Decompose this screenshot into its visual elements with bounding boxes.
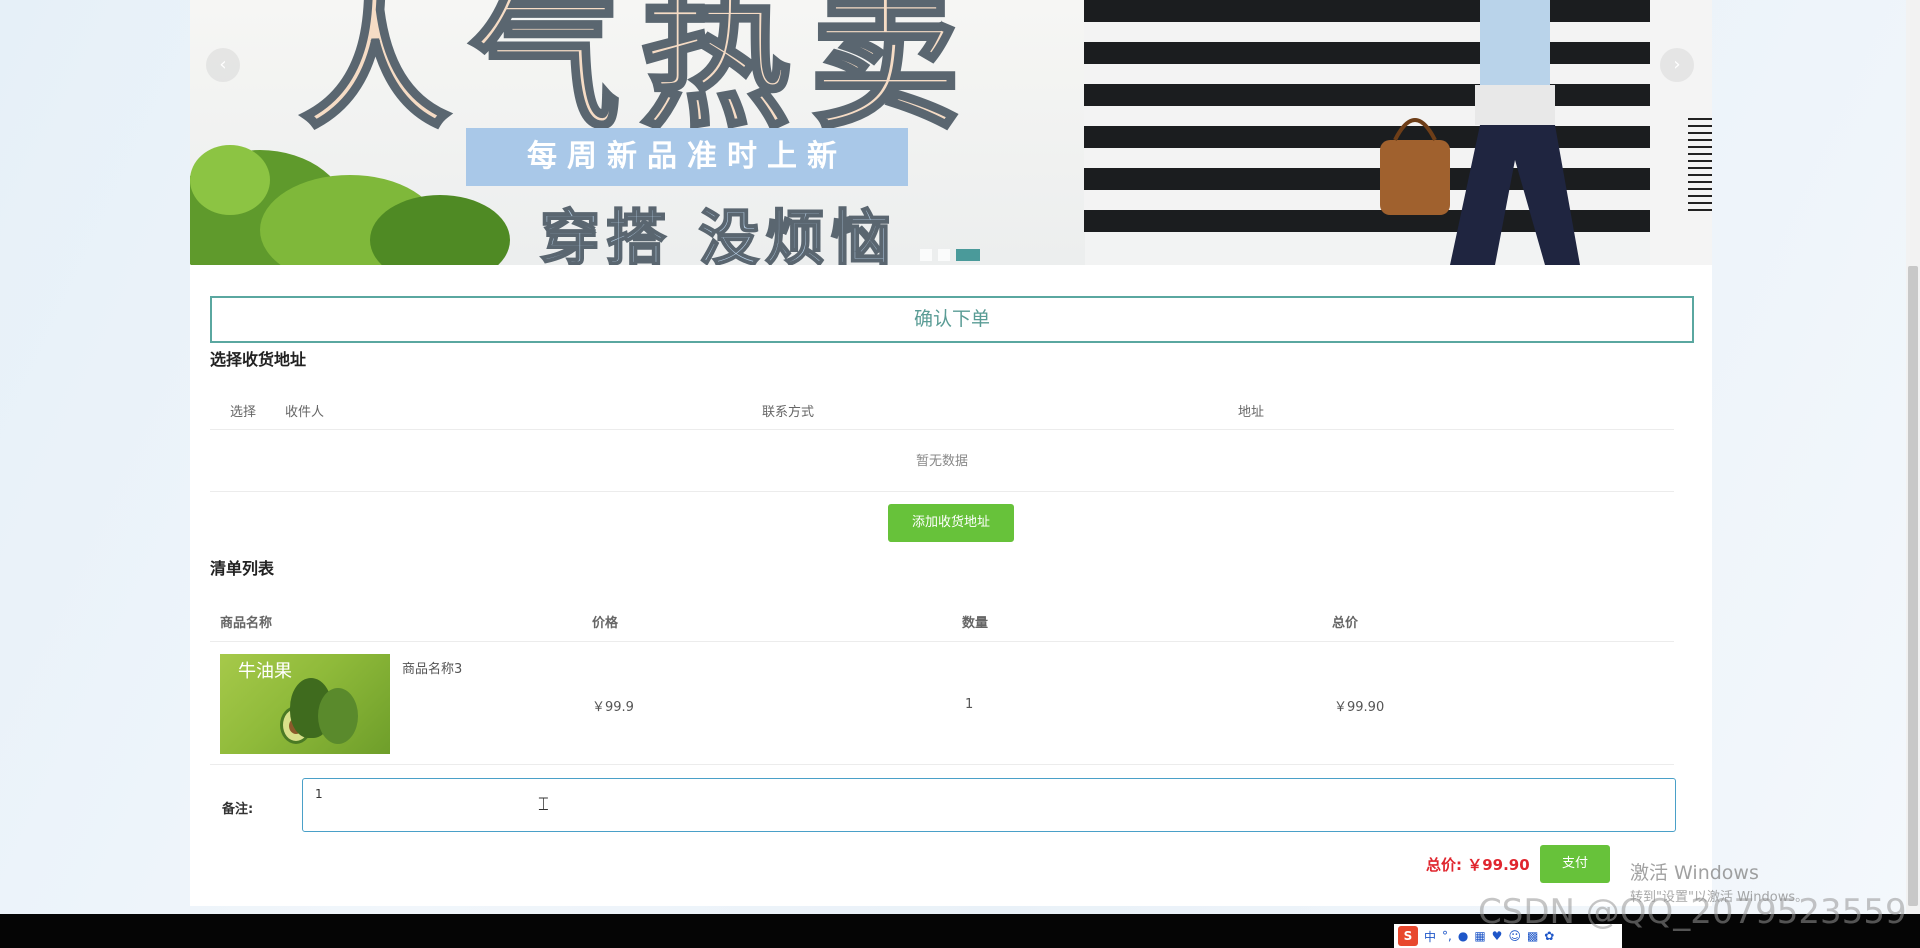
column-recipient: 收件人 [285, 405, 325, 420]
tree-graphic [190, 145, 510, 265]
activate-windows-title: 激活 Windows [1630, 862, 1759, 884]
cart-table-header: 商品名称 价格 数量 总价 [210, 598, 1674, 642]
cart-section-title: 清单列表 [210, 559, 275, 578]
add-address-button[interactable]: 添加收货地址 [888, 504, 1014, 542]
scrollbar-thumb[interactable] [1908, 266, 1918, 906]
remark-textarea[interactable] [302, 778, 1676, 832]
page-title: 确认下单 [210, 296, 1694, 343]
table-row: 牛油果 商品名称3 ￥99.9 1 ￥99.90 [210, 643, 1674, 765]
product-quantity: 1 [965, 697, 974, 712]
carousel-dot-2[interactable] [938, 249, 950, 261]
carousel-prev-button[interactable]: ‹ [206, 48, 240, 82]
chevron-right-icon: › [1673, 54, 1681, 75]
watermark: CSDN @QQ_2079523559 [1478, 892, 1907, 932]
carousel-dot-1[interactable] [920, 249, 932, 261]
microphone-icon[interactable]: ● [1458, 929, 1468, 943]
carousel-dot-3[interactable] [956, 249, 980, 261]
column-select: 选择 [230, 405, 257, 420]
column-total: 总价 [1332, 616, 1359, 631]
model-figure [1380, 0, 1580, 265]
thumbnail-text: 牛油果 [238, 661, 292, 682]
product-total: ￥99.90 [1334, 700, 1385, 715]
address-section-title: 选择收货地址 [210, 350, 307, 369]
banner-carousel[interactable]: 人气热卖 每周新品准时上新 穿搭 没烦恼 ‹ › [190, 0, 1712, 265]
banner-subtitle: 每周新品准时上新 [466, 128, 908, 186]
order-total: 总价: ￥99.90 [1426, 856, 1530, 874]
punctuation-icon[interactable]: °, [1442, 929, 1452, 943]
text-cursor-icon: ⌶ [538, 794, 549, 815]
carousel-next-button[interactable]: › [1660, 48, 1694, 82]
chevron-left-icon: ‹ [219, 54, 227, 75]
avocado-graphic [318, 688, 358, 744]
column-price: 价格 [592, 616, 619, 631]
banner-slogan: 穿搭 没烦恼 [539, 203, 897, 265]
page-scrollbar[interactable] [1906, 0, 1920, 914]
address-empty-text: 暂无数据 [210, 432, 1674, 492]
address-table-header: 选择 收件人 联系方式 地址 [210, 388, 1674, 430]
sogou-icon[interactable]: S [1398, 926, 1418, 946]
ime-mode-label[interactable]: 中 [1424, 928, 1436, 945]
product-name: 商品名称3 [402, 662, 463, 677]
column-quantity: 数量 [962, 616, 989, 631]
product-thumbnail[interactable]: 牛油果 [220, 654, 390, 754]
remark-label: 备注: [222, 802, 254, 817]
column-address: 地址 [1238, 405, 1265, 420]
page-container: 人气热卖 每周新品准时上新 穿搭 没烦恼 ‹ › 确认下单 选择收货地址 选择 … [190, 0, 1712, 906]
column-product-name: 商品名称 [220, 616, 273, 631]
carousel-indicators [920, 249, 980, 261]
column-contact: 联系方式 [762, 405, 815, 420]
banner-ticks [1688, 118, 1712, 213]
product-price: ￥99.9 [592, 700, 634, 715]
pay-button[interactable]: 支付 [1540, 845, 1610, 883]
